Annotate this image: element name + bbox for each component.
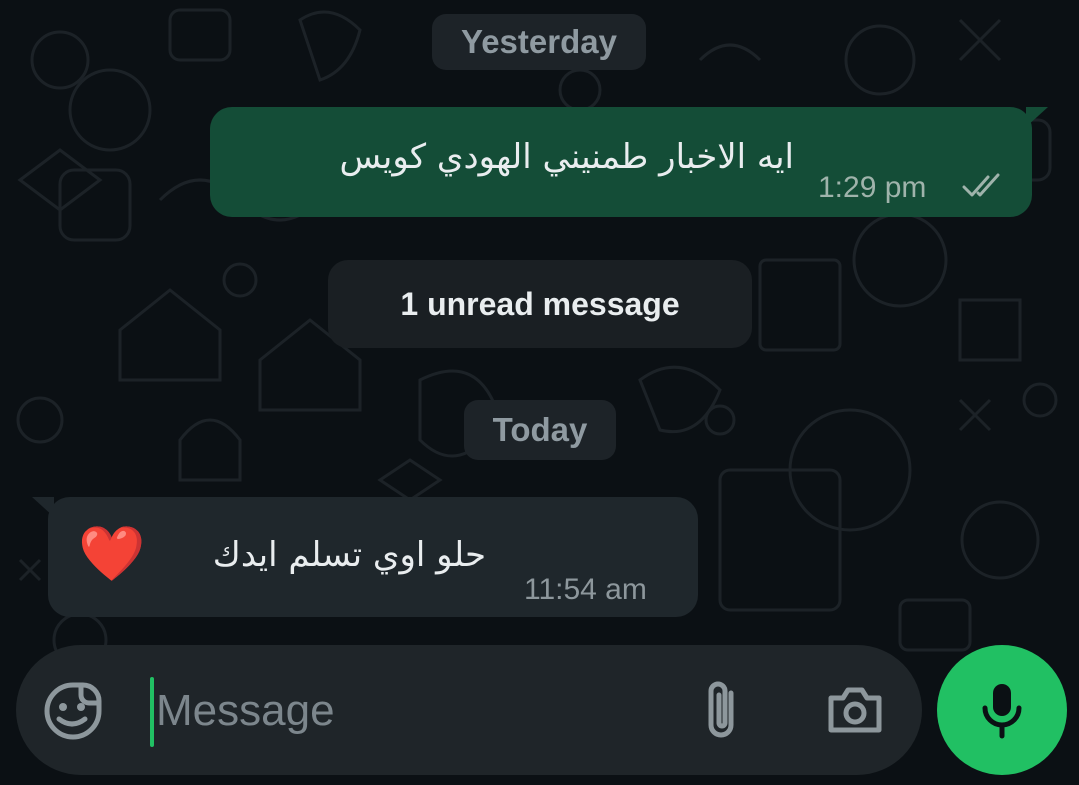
message-text: ايه الاخبار طمنيني الهودي كويس [339,137,794,177]
mic-icon [982,684,1022,739]
date-chip-today: Today [464,400,616,460]
unread-divider: 1 unread message [328,260,752,348]
message-time: 1:29 pm [818,171,927,204]
camera-icon[interactable] [824,681,886,739]
bubble-tail [1026,107,1048,127]
incoming-message-bubble[interactable]: ❤️ حلو اوي تسلم ايدك 11:54 am [32,497,698,617]
message-time: 11:54 am [524,573,647,606]
outgoing-message-bubble[interactable]: ايه الاخبار طمنيني الهودي كويس 1:29 pm [210,107,1048,217]
bubble-tail [32,497,54,517]
text-caret [150,677,154,747]
voice-record-button[interactable] [937,645,1067,775]
message-composer [16,645,922,775]
message-text: حلو اوي تسلم ايدك [212,535,486,575]
date-chip-yesterday: Yesterday [432,14,646,70]
message-input[interactable] [156,683,676,739]
double-check-icon [962,173,1000,197]
sticker-icon[interactable] [42,680,104,742]
attach-icon[interactable] [694,673,748,747]
heart-emoji: ❤️ [78,522,146,585]
